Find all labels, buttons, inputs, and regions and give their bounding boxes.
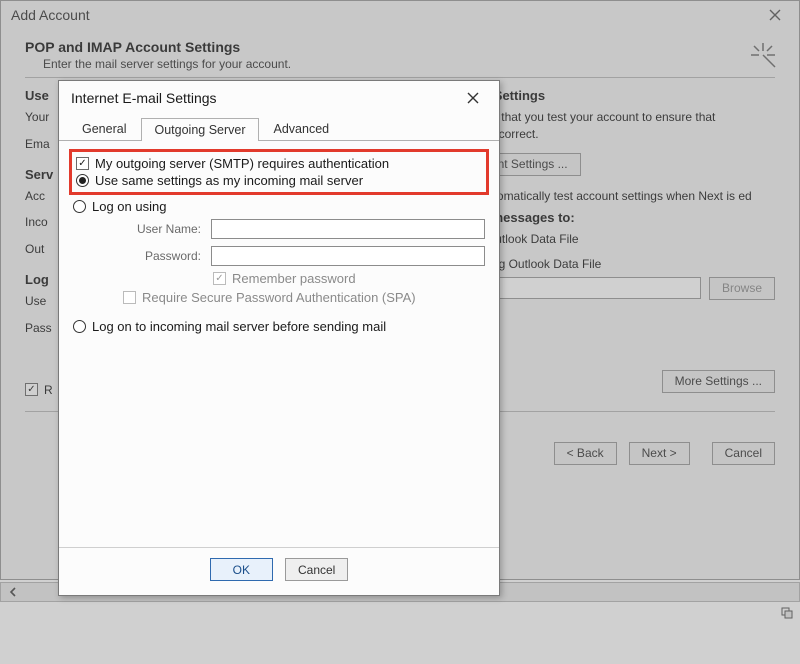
parent-titlebar: Add Account [1, 1, 799, 29]
dialog-title: Internet E-mail Settings [71, 90, 217, 106]
tab-general[interactable]: General [69, 117, 139, 140]
tab-strip: General Outgoing Server Advanced [59, 115, 499, 141]
magic-wand-icon [745, 37, 781, 73]
require-spa-checkbox [123, 291, 136, 304]
existing-data-file-option[interactable]: ting Outlook Data File [486, 256, 775, 273]
password-input [211, 246, 485, 266]
next-button[interactable]: Next > [629, 442, 690, 465]
user-name-label: User Name: [117, 222, 201, 236]
log-on-using-radio[interactable] [73, 200, 86, 213]
more-settings-button[interactable]: More Settings ... [662, 370, 775, 393]
page-subheading: Enter the mail server settings for your … [43, 57, 775, 71]
use-same-settings-radio[interactable] [76, 174, 89, 187]
dialog-cancel-button[interactable]: Cancel [285, 558, 348, 581]
close-icon[interactable] [757, 4, 793, 26]
remember-password-parent-checkbox[interactable]: ✓ [25, 383, 38, 396]
new-data-file-option[interactable]: Outlook Data File [486, 231, 775, 248]
internet-email-settings-dialog: Internet E-mail Settings General Outgoin… [58, 80, 500, 596]
test-settings-text-1: end that you test your account to ensure… [478, 109, 775, 126]
parent-title: Add Account [11, 7, 90, 23]
auto-test-label: omatically test account settings when Ne… [497, 188, 752, 205]
remember-password-checkbox: ✓ [213, 272, 226, 285]
deliver-heading: w messages to: [478, 210, 775, 225]
require-spa-label: Require Secure Password Authentication (… [142, 290, 416, 305]
log-on-before-send-radio[interactable] [73, 320, 86, 333]
user-name-input [211, 219, 485, 239]
remember-password-parent-label: R [44, 383, 53, 397]
dialog-close-icon[interactable] [455, 87, 491, 109]
log-on-using-label: Log on using [92, 199, 166, 214]
cancel-button[interactable]: Cancel [712, 442, 775, 465]
requires-auth-checkbox[interactable]: ✓ [76, 157, 89, 170]
back-button[interactable]: < Back [554, 442, 617, 465]
dialog-titlebar: Internet E-mail Settings [59, 81, 499, 115]
page-heading: POP and IMAP Account Settings [25, 39, 775, 55]
log-on-before-send-label: Log on to incoming mail server before se… [92, 319, 386, 334]
browse-button[interactable]: Browse [709, 277, 775, 300]
test-settings-heading: nt Settings [478, 88, 775, 103]
window-state-icon [780, 606, 796, 622]
scroll-left-icon[interactable] [1, 583, 25, 601]
password-field-label: Password: [117, 249, 201, 263]
test-settings-text-2: are correct. [478, 126, 775, 143]
remember-password-label: Remember password [232, 271, 356, 286]
tab-outgoing-server[interactable]: Outgoing Server [141, 118, 258, 141]
ok-button[interactable]: OK [210, 558, 273, 581]
requires-auth-label: My outgoing server (SMTP) requires authe… [95, 156, 389, 171]
tab-advanced[interactable]: Advanced [261, 117, 343, 140]
highlight-box: ✓ My outgoing server (SMTP) requires aut… [69, 149, 489, 195]
use-same-settings-label: Use same settings as my incoming mail se… [95, 173, 363, 188]
data-file-path-input[interactable] [478, 277, 701, 299]
